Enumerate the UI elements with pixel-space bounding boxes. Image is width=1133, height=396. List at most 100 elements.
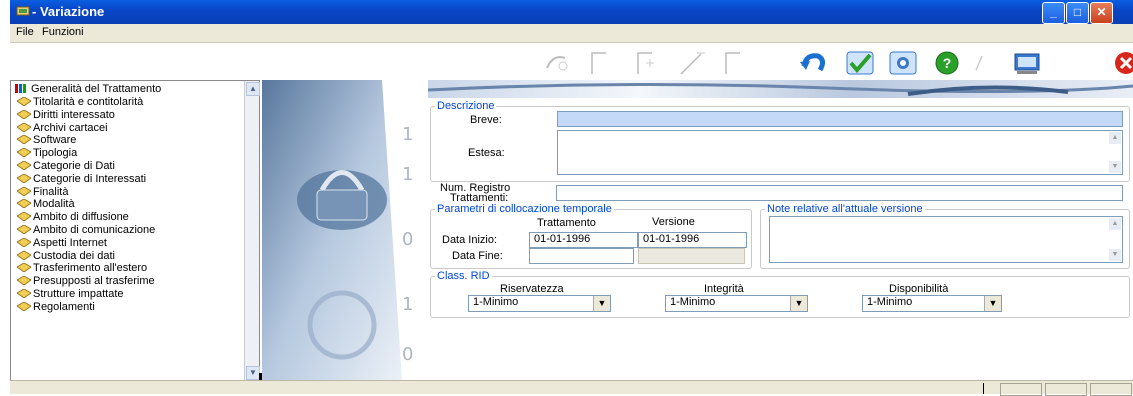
tree-item-label: Tipologia — [33, 147, 78, 160]
screen-icon[interactable] — [1013, 50, 1043, 76]
exit-icon[interactable] — [1111, 50, 1133, 76]
close-window-button[interactable]: ✕ — [1090, 2, 1113, 24]
data-fine-versione-input — [638, 248, 745, 264]
data-inizio-trattamento-input[interactable]: 01-01-1996 — [529, 232, 638, 248]
col-trattamento-label: Trattamento — [537, 217, 596, 229]
tree-item[interactable]: Tipologia — [17, 147, 78, 160]
disponibilita-value: 1-Minimo — [867, 296, 913, 308]
folder-book-icon — [17, 148, 31, 158]
security-lock-illustration: 1 1 0 1 0 — [262, 80, 428, 380]
minimize-button[interactable]: _ — [1042, 2, 1065, 24]
breve-input[interactable] — [557, 111, 1123, 127]
folder-book-icon — [17, 289, 31, 298]
menu-file[interactable]: File — [16, 26, 34, 38]
folder-book-icon — [17, 276, 31, 286]
help-icon[interactable]: ? — [932, 50, 962, 76]
parametri-legend: Parametri di collocazione temporale — [437, 203, 612, 215]
tree-item-label: Modalità — [33, 198, 75, 211]
svg-text:?: ? — [943, 55, 952, 71]
tree-item[interactable]: Ambito di comunicazione — [17, 224, 156, 237]
tree-item[interactable]: Categorie di Interessati — [17, 172, 147, 186]
folder-book-icon — [17, 225, 31, 234]
scroll-up-icon[interactable]: ▲ — [246, 82, 260, 96]
tree-item-label: Regolamenti — [33, 300, 95, 313]
chevron-down-icon[interactable]: ▼ — [593, 296, 610, 311]
window-title: - Variazione — [32, 4, 105, 19]
tree-item[interactable]: Software — [17, 134, 76, 147]
data-fine-trattamento-input[interactable] — [529, 248, 634, 264]
disabled-bracket2-icon — [725, 52, 740, 74]
tree-item[interactable]: Categorie di Dati — [17, 160, 115, 173]
tree-item[interactable]: Trasferimento all'estero — [17, 262, 147, 275]
folder-book-icon — [17, 173, 31, 183]
scroll-down-icon[interactable]: ▼ — [1109, 161, 1121, 173]
binary-digit: 1 — [402, 164, 413, 185]
scroll-down-icon[interactable]: ▼ — [246, 366, 260, 380]
tree-item-label: Categorie di Interessati — [33, 172, 147, 185]
tree-panel: Generalità del Trattamento Titolarità e … — [10, 80, 263, 382]
tree-item[interactable]: Aspetti Internet — [17, 237, 107, 250]
folder-book-icon — [17, 199, 31, 209]
data-inizio-label: Data Inizio: — [442, 234, 498, 246]
descrizione-legend: Descrizione — [437, 100, 495, 112]
folder-book-icon — [17, 301, 31, 311]
folder-book-icon — [17, 250, 31, 260]
banner-graphic — [428, 82, 1133, 96]
scroll-up-icon[interactable]: ▲ — [1109, 132, 1121, 144]
status-panel — [1045, 383, 1087, 396]
folder-book-icon — [17, 237, 31, 247]
tree-item-label: Strutture impattate — [33, 288, 124, 300]
books-icon — [15, 84, 26, 93]
binary-digit: 0 — [402, 344, 413, 365]
tree-item-label: Titolarità e contitolarità — [33, 96, 144, 108]
binary-digit: 1 — [402, 294, 413, 315]
confirm-check-icon[interactable] — [845, 50, 875, 76]
chevron-down-icon[interactable]: ▼ — [790, 296, 807, 311]
folder-book-icon — [17, 135, 31, 145]
scroll-down-icon[interactable]: ▼ — [1109, 249, 1121, 261]
riservatezza-select[interactable]: 1-Minimo ▼ — [468, 295, 611, 312]
tree-item[interactable]: Titolarità e contitolarità — [17, 96, 144, 109]
folder-book-icon — [17, 161, 31, 170]
tree-root[interactable]: Generalità del Trattamento — [15, 83, 161, 96]
col-versione-label: Versione — [652, 216, 695, 228]
scroll-up-icon[interactable]: ▲ — [1109, 218, 1121, 230]
tree-item[interactable]: Custodia dei dati — [17, 250, 115, 263]
tree-item[interactable]: Regolamenti — [17, 300, 95, 314]
folder-book-icon — [17, 212, 31, 222]
tree-scrollbar[interactable]: ▲ ▼ — [244, 81, 260, 381]
data-fine-label: Data Fine: — [452, 250, 503, 262]
chevron-down-icon[interactable]: ▼ — [984, 296, 1001, 311]
tree-item[interactable]: Finalità — [17, 185, 69, 199]
data-inizio-versione-input[interactable]: 01-01-1996 — [638, 232, 747, 248]
tree-item[interactable]: Presupposti al trasferime — [17, 275, 155, 288]
preview-icon[interactable] — [888, 50, 918, 76]
registro-input[interactable] — [556, 185, 1123, 201]
tree-item[interactable]: Diritti interessato — [17, 108, 115, 122]
note-textarea[interactable]: ▲ ▼ — [769, 216, 1123, 263]
status-divider — [983, 383, 984, 394]
tree-item[interactable]: Modalità — [17, 198, 75, 211]
tree-item-label: Finalità — [33, 185, 69, 198]
integrita-label: Integrità — [704, 283, 744, 295]
estesa-textarea[interactable]: ▲ ▼ — [557, 130, 1123, 175]
tree-item-label: Diritti interessato — [33, 108, 115, 121]
app-icon — [16, 6, 30, 16]
folder-book-icon — [17, 186, 31, 196]
note-legend: Note relative all'attuale versione — [767, 203, 923, 215]
folder-book-icon — [17, 263, 31, 273]
riservatezza-value: 1-Minimo — [473, 296, 519, 308]
disponibilita-select[interactable]: 1-Minimo ▼ — [862, 295, 1002, 312]
menu-funzioni[interactable]: Funzioni — [42, 26, 84, 38]
tree-item-label: Archivi cartacei — [33, 121, 108, 134]
disabled-edit-icon — [680, 52, 705, 75]
integrita-select[interactable]: 1-Minimo ▼ — [665, 295, 808, 312]
tree-item[interactable]: Ambito di diffusione — [17, 211, 129, 224]
maximize-button[interactable]: □ — [1066, 2, 1089, 24]
folder-book-icon — [17, 97, 31, 106]
tree-item[interactable]: Strutture impattate — [17, 288, 124, 301]
folder-book-icon — [17, 109, 31, 119]
tree-item[interactable]: Archivi cartacei — [17, 121, 108, 135]
undo-icon[interactable] — [798, 50, 828, 76]
tree-item-label: Ambito di comunicazione — [33, 224, 156, 236]
